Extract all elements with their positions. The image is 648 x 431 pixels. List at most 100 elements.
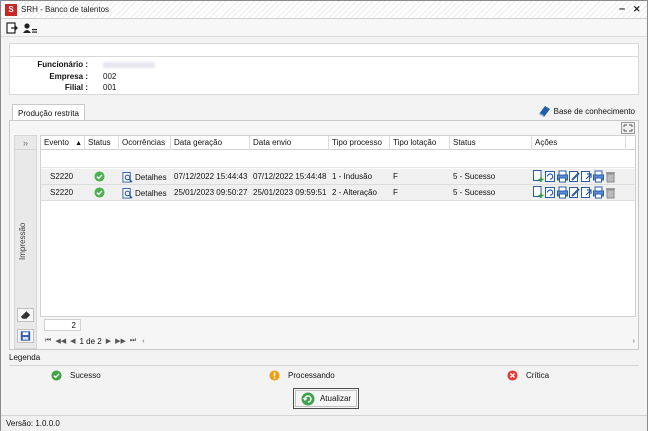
delete-icon[interactable] xyxy=(605,170,616,183)
col-acoes[interactable]: Ações xyxy=(532,136,626,150)
table-row[interactable]: S2220 Detalhes 25/01/2023 09:50:27 25/01… xyxy=(41,185,635,201)
grid-footer: 2 xyxy=(40,316,636,331)
eraser-button[interactable] xyxy=(17,308,34,322)
cell-tipo-lotacao: F xyxy=(393,172,398,181)
funcionario-value xyxy=(103,60,155,70)
exit-icon[interactable] xyxy=(6,22,18,34)
table-row[interactable]: S2220 Detalhes 07/12/2022 15:44:43 07/12… xyxy=(41,169,635,185)
status-bar: Versão: 1.0.0.0 xyxy=(1,415,647,431)
col-ocorrencias[interactable]: Ocorrências xyxy=(119,136,171,150)
minimize-button[interactable]: – xyxy=(619,3,625,15)
header-strip xyxy=(9,43,639,57)
prev-block-button[interactable]: ◀◀ xyxy=(55,337,66,345)
legend-success: Sucesso xyxy=(51,370,101,381)
cell-tipo-processo: 1 - Indusão xyxy=(332,172,373,181)
cell-data-geracao: 07/12/2022 15:44:43 xyxy=(174,172,248,181)
empresa-value: 002 xyxy=(103,72,117,81)
check-circle-icon xyxy=(51,370,62,381)
error-circle-icon xyxy=(507,370,518,381)
row-actions xyxy=(533,186,616,199)
refresh-button[interactable]: Atualizar xyxy=(293,388,359,409)
save-icon xyxy=(20,331,31,341)
maximize-grid-icon[interactable] xyxy=(621,122,635,134)
sidebar-label: Impressão xyxy=(18,222,27,260)
cell-evento: S2220 xyxy=(50,172,74,181)
funcionario-row: Funcionário : xyxy=(10,60,640,71)
close-button[interactable]: ✕ xyxy=(633,3,641,15)
pager: ⏮ ◀◀ ◀ 1 de 2 ▶ ▶▶ ⏭ ‹ › xyxy=(45,335,641,347)
filial-value: 001 xyxy=(103,83,117,92)
next-page-button[interactable]: ▶ xyxy=(106,337,111,345)
export-doc-icon[interactable] xyxy=(581,170,592,183)
export-doc-icon[interactable] xyxy=(581,186,592,199)
tab-producao-restrita[interactable]: Produção restrita xyxy=(12,104,85,121)
edit-doc-icon[interactable] xyxy=(569,186,580,199)
events-grid: Evento ▲ Status Ocorrências Data geração… xyxy=(40,135,636,325)
col-status[interactable]: Status xyxy=(85,136,119,150)
sort-asc-icon: ▲ xyxy=(75,140,83,147)
main-panel: » Impressão Evento ▲ Status Ocorrências … xyxy=(9,120,639,350)
details-link[interactable]: Detalhes xyxy=(119,169,167,185)
edit-doc-icon[interactable] xyxy=(569,170,580,183)
cell-tipo-processo: 2 - Alteração xyxy=(332,188,377,197)
user-card-icon[interactable] xyxy=(23,22,37,34)
cell-data-geracao: 25/01/2023 09:50:27 xyxy=(174,188,248,197)
col-status-text[interactable]: Status xyxy=(450,136,532,150)
magnifier-doc-icon xyxy=(122,171,133,183)
app-window: S SRH - Banco de talentos – ✕ Funcionári… xyxy=(0,0,648,431)
empresa-row: Empresa : 002 xyxy=(10,72,640,83)
row-actions xyxy=(533,170,616,183)
expand-sidebar-button[interactable]: » xyxy=(15,136,36,150)
prev-page-button[interactable]: ◀ xyxy=(70,337,75,345)
refresh-doc-icon[interactable] xyxy=(545,170,556,183)
title-bar: S SRH - Banco de talentos – ✕ xyxy=(1,1,647,19)
toolbar xyxy=(1,19,647,37)
col-tipo-lotacao[interactable]: Tipo lotação xyxy=(390,136,450,150)
col-evento[interactable]: Evento ▲ xyxy=(41,136,85,150)
refresh-doc-icon[interactable] xyxy=(545,186,556,199)
last-page-button[interactable]: ⏭ xyxy=(130,337,136,345)
row-count: 2 xyxy=(44,319,81,331)
delete-icon[interactable] xyxy=(605,186,616,199)
legend: Sucesso Processando Crítica xyxy=(9,365,639,385)
print-icon[interactable] xyxy=(557,170,568,183)
details-link[interactable]: Detalhes xyxy=(119,185,167,201)
book-icon xyxy=(538,106,550,117)
next-block-button[interactable]: ▶▶ xyxy=(115,337,126,345)
employee-info: Funcionário : Empresa : 002 Filial : 001 xyxy=(9,57,639,95)
magnifier-doc-icon xyxy=(122,187,133,199)
add-doc-icon[interactable] xyxy=(533,186,544,199)
first-page-button[interactable]: ⏮ xyxy=(45,337,51,345)
refresh-icon xyxy=(301,392,315,405)
scroll-left-button[interactable]: ‹ xyxy=(142,338,144,345)
col-tipo-processo[interactable]: Tipo processo xyxy=(329,136,390,150)
funcionario-label: Funcionário : xyxy=(37,60,88,69)
filial-label: Filial : xyxy=(64,83,88,92)
legend-title: Legenda xyxy=(9,353,41,362)
app-logo-icon: S xyxy=(5,4,17,16)
cell-evento: S2220 xyxy=(50,188,74,197)
knowledge-base-label: Base de conhecimento xyxy=(553,106,635,116)
check-circle-icon xyxy=(94,171,105,182)
cell-data-envio: 07/12/2022 15:44:48 xyxy=(253,172,327,181)
col-data-geracao[interactable]: Data geração xyxy=(171,136,250,150)
window-title: SRH - Banco de talentos xyxy=(21,5,110,14)
add-doc-icon[interactable] xyxy=(533,170,544,183)
check-circle-icon xyxy=(94,187,105,198)
scroll-right-button[interactable]: › xyxy=(633,338,635,345)
version-text: Versão: 1.0.0.0 xyxy=(6,419,60,428)
grid-filter-row xyxy=(41,150,635,168)
print-alt-icon[interactable] xyxy=(593,186,604,199)
eraser-icon xyxy=(20,311,31,319)
col-data-envio[interactable]: Data envio xyxy=(250,136,329,150)
cell-tipo-lotacao: F xyxy=(393,188,398,197)
cell-data-envio: 25/01/2023 09:59:51 xyxy=(253,188,327,197)
page-indicator: 1 de 2 xyxy=(79,336,102,346)
print-alt-icon[interactable] xyxy=(593,170,604,183)
refresh-label: Atualizar xyxy=(319,394,352,403)
warning-circle-icon xyxy=(269,370,280,381)
print-icon[interactable] xyxy=(557,186,568,199)
knowledge-base-link[interactable]: Base de conhecimento xyxy=(537,104,635,118)
print-sidebar: » Impressão xyxy=(14,135,37,349)
save-button[interactable] xyxy=(17,329,34,343)
